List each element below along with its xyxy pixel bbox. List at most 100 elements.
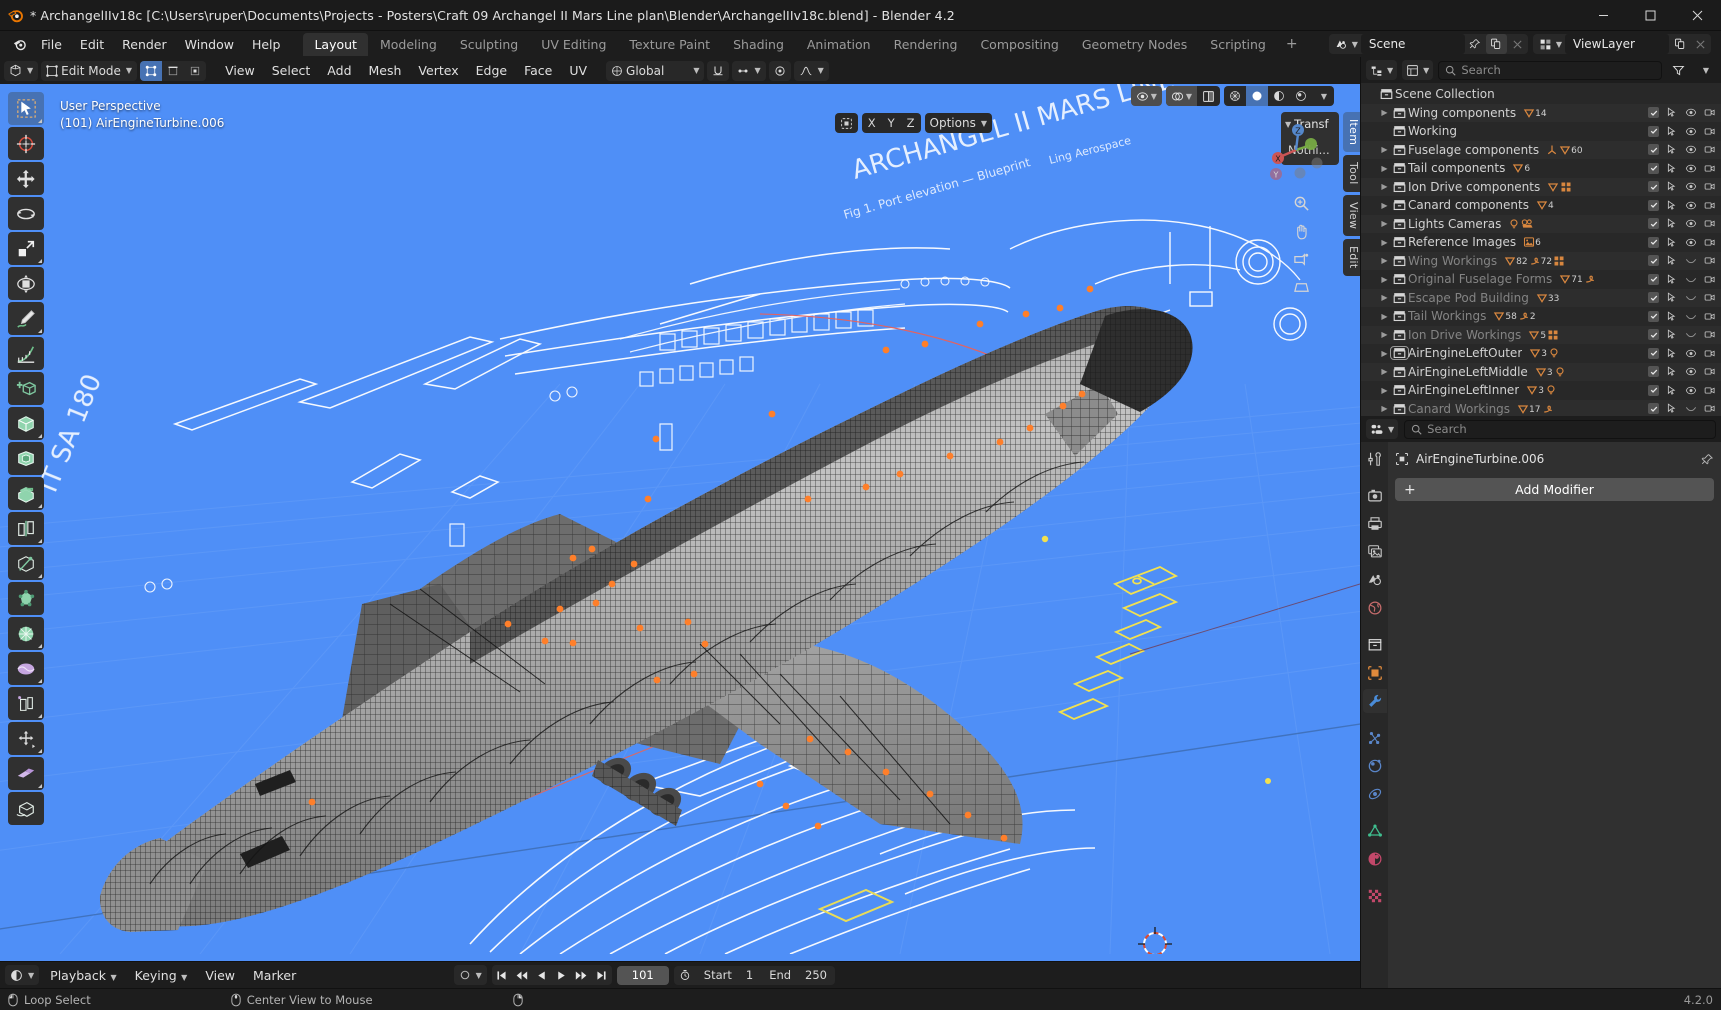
- badge-mesh[interactable]: 14: [1523, 107, 1547, 119]
- hide-in-viewport-icon[interactable]: [1684, 402, 1697, 415]
- jump-to-start-icon[interactable]: [492, 965, 512, 985]
- play-reverse-icon[interactable]: [532, 965, 552, 985]
- jump-to-end-icon[interactable]: [592, 965, 612, 985]
- selectable-icon[interactable]: [1665, 347, 1678, 360]
- selectable-icon[interactable]: [1665, 291, 1678, 304]
- expand-chevron-icon[interactable]: ▶: [1378, 349, 1391, 358]
- badge-mesh[interactable]: 3: [1535, 366, 1553, 378]
- snap-options[interactable]: ▼: [732, 60, 766, 81]
- collection-checkbox[interactable]: [1648, 144, 1659, 156]
- modifier-properties-tab[interactable]: [1362, 689, 1387, 713]
- sidebar-tab-view[interactable]: View: [1343, 194, 1360, 237]
- badge-mesh[interactable]: 82: [1504, 255, 1528, 267]
- selectable-icon[interactable]: [1665, 310, 1678, 323]
- badge-mesh[interactable]: [1547, 181, 1559, 193]
- scene-properties-tab[interactable]: [1363, 568, 1387, 592]
- expand-chevron-icon[interactable]: ▶: [1378, 145, 1391, 154]
- hide-in-viewport-icon[interactable]: [1684, 106, 1697, 119]
- material-preview-shading-icon[interactable]: [1268, 86, 1290, 106]
- expand-chevron-icon[interactable]: ▶: [1378, 108, 1391, 117]
- badge-mesh[interactable]: 58: [1493, 310, 1517, 322]
- badge-curve[interactable]: [1542, 403, 1554, 415]
- outliner-row[interactable]: ▶ Canard Workings 17: [1361, 399, 1721, 416]
- timeline-editor-type-button[interactable]: ▼: [5, 965, 40, 985]
- timeline-menu-marker[interactable]: Marker: [246, 966, 303, 985]
- outliner-row[interactable]: ▶ AirEngineLeftMiddle 3: [1361, 362, 1721, 381]
- badge-mesh[interactable]: 5: [1528, 329, 1546, 341]
- use-preview-range-icon[interactable]: [674, 966, 696, 985]
- pin-scene-icon[interactable]: [1465, 34, 1486, 54]
- outliner-row[interactable]: ▶ Original Fuselage Forms 71: [1361, 270, 1721, 289]
- new-view-layer-icon[interactable]: [1669, 34, 1690, 54]
- collection-checkbox[interactable]: [1648, 236, 1659, 248]
- collection-checkbox[interactable]: [1648, 162, 1659, 174]
- minimize-button[interactable]: [1580, 0, 1627, 31]
- badge-grid[interactable]: [1547, 329, 1559, 341]
- output-properties-tab[interactable]: [1363, 512, 1387, 536]
- sidebar-tab-edit[interactable]: Edit: [1343, 239, 1360, 276]
- view-layer-properties-tab[interactable]: [1363, 540, 1387, 564]
- outliner-row[interactable]: ▶ Lights Cameras: [1361, 214, 1721, 233]
- collection-checkbox[interactable]: [1648, 292, 1659, 304]
- expand-chevron-icon[interactable]: ▶: [1378, 312, 1391, 321]
- viewport-menu-vertex[interactable]: Vertex: [411, 61, 465, 80]
- badge-mesh[interactable]: 3: [1526, 384, 1544, 396]
- expand-chevron-icon[interactable]: ▶: [1378, 219, 1391, 228]
- selectable-icon[interactable]: [1665, 273, 1678, 286]
- proportional-editing-toggle[interactable]: [768, 60, 791, 81]
- disable-in-renders-icon[interactable]: [1703, 328, 1716, 341]
- badge-camera[interactable]: [1521, 218, 1534, 230]
- collection-checkbox[interactable]: [1648, 329, 1659, 341]
- workspace-tab-modeling[interactable]: Modeling: [369, 33, 448, 56]
- jump-to-prev-keyframe-icon[interactable]: [512, 965, 532, 985]
- expand-chevron-icon[interactable]: ▶: [1378, 201, 1391, 210]
- expand-chevron-icon[interactable]: ▶: [1378, 293, 1391, 302]
- menu-window[interactable]: Window: [176, 34, 243, 55]
- tool-smooth[interactable]: [8, 652, 44, 685]
- tool-rotate[interactable]: [8, 197, 44, 230]
- badge-mesh[interactable]: 17: [1517, 403, 1541, 415]
- hide-in-viewport-icon[interactable]: [1684, 162, 1697, 175]
- disable-in-renders-icon[interactable]: [1703, 291, 1716, 304]
- viewport-menu-view[interactable]: View: [218, 61, 262, 80]
- selectable-icon[interactable]: [1665, 199, 1678, 212]
- outliner-row[interactable]: ▶ Tail components 6: [1361, 159, 1721, 178]
- tool-shrink-fatten[interactable]: [8, 722, 44, 755]
- badge-light[interactable]: [1545, 384, 1557, 396]
- vertex-select-mode-icon[interactable]: [140, 60, 163, 81]
- mirror-options-button[interactable]: [834, 113, 858, 133]
- disable-in-renders-icon[interactable]: [1703, 365, 1716, 378]
- properties-editor-type-button[interactable]: ▼: [1366, 419, 1399, 439]
- workspace-tab-geometry-nodes[interactable]: Geometry Nodes: [1071, 33, 1198, 56]
- blender-menu-icon[interactable]: [6, 37, 32, 52]
- play-icon[interactable]: [552, 965, 572, 985]
- tool-rip-region[interactable]: [8, 757, 44, 790]
- badge-light[interactable]: [1508, 218, 1520, 230]
- workspace-tab-layout[interactable]: Layout: [303, 32, 368, 56]
- toggle-perspective-icon[interactable]: [1290, 276, 1312, 298]
- selectable-icon[interactable]: [1665, 106, 1678, 119]
- selectable-icon[interactable]: [1665, 143, 1678, 156]
- timeline-menu-keying[interactable]: Keying ▼: [128, 966, 195, 985]
- current-frame-field[interactable]: 101: [616, 965, 669, 985]
- workspace-tab-sculpting[interactable]: Sculpting: [449, 33, 529, 56]
- disable-in-renders-icon[interactable]: [1703, 106, 1716, 119]
- outliner-row[interactable]: ▶ AirEngineLeftOuter 3: [1361, 344, 1721, 363]
- hide-in-viewport-icon[interactable]: [1684, 310, 1697, 323]
- delete-scene-icon[interactable]: [1507, 34, 1528, 54]
- maximize-button[interactable]: [1627, 0, 1674, 31]
- tool-add-cube[interactable]: [8, 372, 44, 405]
- selectable-icon[interactable]: [1665, 402, 1678, 415]
- hide-in-viewport-icon[interactable]: [1684, 254, 1697, 267]
- zoom-icon[interactable]: [1290, 192, 1312, 214]
- collection-checkbox[interactable]: [1648, 366, 1659, 378]
- tool-extrude-region[interactable]: [8, 407, 44, 440]
- outliner-filter-dropdown[interactable]: ▼: [1694, 60, 1716, 80]
- outliner-tree[interactable]: Scene Collection ▶ Wing components 14 Workin…: [1361, 83, 1721, 416]
- camera-view-icon[interactable]: [1290, 248, 1312, 270]
- disable-in-renders-icon[interactable]: [1703, 162, 1716, 175]
- disable-in-renders-icon[interactable]: [1703, 217, 1716, 230]
- outliner-row[interactable]: ▶ AirEngineLeftInner 3: [1361, 381, 1721, 400]
- viewport-menu-select[interactable]: Select: [265, 61, 318, 80]
- tool-spin[interactable]: [8, 617, 44, 650]
